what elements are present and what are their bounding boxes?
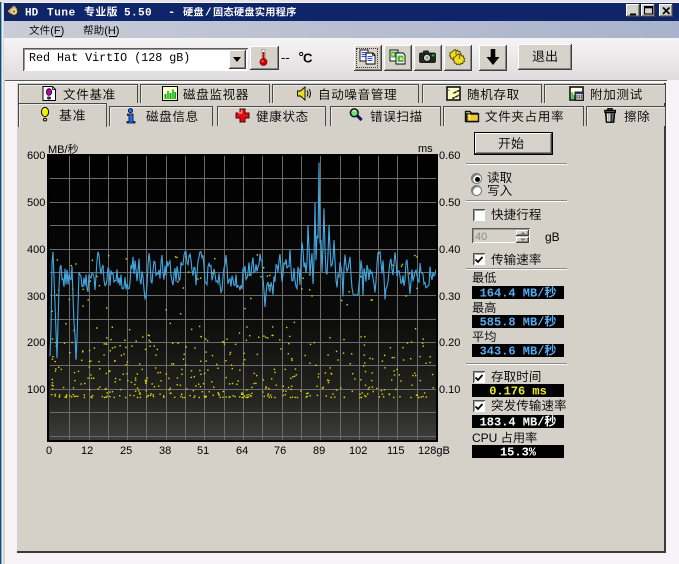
svg-text:0.20: 0.20 xyxy=(439,337,460,349)
svg-text:89: 89 xyxy=(313,445,325,457)
svg-text:ms: ms xyxy=(418,143,433,155)
svg-text:115: 115 xyxy=(387,445,405,457)
svg-text:0.176 ms: 0.176 ms xyxy=(489,384,547,397)
svg-text:300: 300 xyxy=(27,291,45,303)
svg-text:585.8 MB/: 585.8 MB/ xyxy=(480,315,545,328)
svg-text:100: 100 xyxy=(27,384,45,396)
svg-text:0.40: 0.40 xyxy=(439,244,460,256)
svg-text:40: 40 xyxy=(475,231,487,243)
svg-text:--: -- xyxy=(281,50,290,65)
svg-text:102: 102 xyxy=(349,445,367,457)
svg-text:5.50: 5.50 xyxy=(124,8,152,20)
svg-text:HD: HD xyxy=(25,8,39,20)
svg-text:400: 400 xyxy=(27,244,45,256)
svg-text:-: - xyxy=(168,6,175,20)
svg-text:/: / xyxy=(205,8,212,20)
svg-text:600: 600 xyxy=(27,150,45,162)
svg-text:0.50: 0.50 xyxy=(439,197,460,209)
svg-text:0.10: 0.10 xyxy=(439,384,460,396)
svg-text:C: C xyxy=(303,51,313,66)
svg-text:12: 12 xyxy=(81,445,93,457)
svg-text:Tune: Tune xyxy=(47,8,76,20)
svg-text:38: 38 xyxy=(159,445,171,457)
svg-text:51: 51 xyxy=(197,445,209,457)
svg-text:MB/: MB/ xyxy=(48,144,69,156)
svg-text:343.6 MB/: 343.6 MB/ xyxy=(480,344,545,357)
svg-text:0: 0 xyxy=(46,445,52,457)
svg-text:CPU: CPU xyxy=(472,431,497,445)
svg-text:15.3%: 15.3% xyxy=(500,445,537,458)
svg-text:500: 500 xyxy=(27,197,45,209)
svg-text:76: 76 xyxy=(274,445,286,457)
svg-text:64: 64 xyxy=(236,445,248,457)
svg-text:128gB: 128gB xyxy=(418,445,450,457)
svg-text:164.4 MB/: 164.4 MB/ xyxy=(480,286,545,299)
svg-text:gB: gB xyxy=(545,230,560,244)
svg-text:Red Hat VirtIO (128 gB): Red Hat VirtIO (128 gB) xyxy=(29,51,190,65)
svg-text:0.60: 0.60 xyxy=(439,150,460,162)
svg-text:25: 25 xyxy=(120,445,132,457)
svg-text:200: 200 xyxy=(27,337,45,349)
svg-text:0.30: 0.30 xyxy=(439,291,460,303)
svg-text:183.4 MB/: 183.4 MB/ xyxy=(480,415,545,428)
